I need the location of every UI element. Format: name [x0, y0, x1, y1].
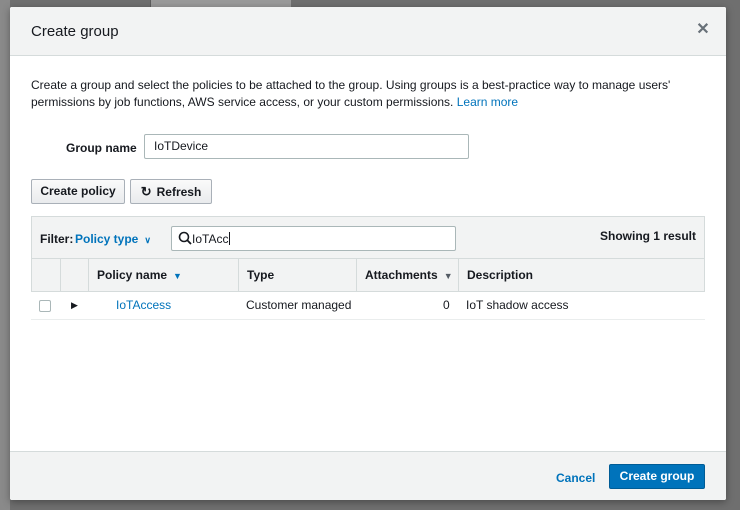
policy-type-dropdown[interactable]: Policy type ∨	[75, 232, 151, 246]
close-icon[interactable]: ✕	[694, 21, 712, 39]
refresh-icon: ↻	[140, 184, 152, 199]
policy-search-input[interactable]: IoTAcc	[171, 226, 456, 251]
sort-desc-icon: ▼	[173, 271, 182, 281]
column-header-description[interactable]: Description	[467, 259, 533, 291]
filter-bar: Filter: Policy type ∨ IoTAcc Showing 1 re…	[31, 216, 705, 259]
dialog-title: Create group	[31, 23, 119, 40]
sort-icon: ▼	[443, 271, 453, 281]
cancel-button[interactable]: Cancel	[556, 471, 595, 485]
column-separator	[88, 259, 89, 291]
column-separator	[60, 259, 61, 291]
filter-label: Filter:	[40, 232, 74, 246]
refresh-label: Refresh	[156, 185, 202, 199]
create-group-dialog: Create group ✕ Create a group and select…	[10, 7, 726, 500]
group-name-label: Group name	[66, 141, 137, 155]
refresh-button[interactable]: ↻ Refresh	[130, 179, 212, 204]
chevron-down-icon: ∨	[144, 235, 151, 245]
search-icon	[178, 231, 192, 245]
create-group-button[interactable]: Create group	[609, 464, 705, 489]
group-name-input[interactable]: IoTDevice	[144, 134, 469, 159]
column-separator	[238, 259, 239, 291]
policy-table: Filter: Policy type ∨ IoTAcc Showing 1 re…	[31, 216, 705, 320]
column-separator	[458, 259, 459, 291]
column-separator	[356, 259, 357, 291]
expand-row-icon[interactable]: ▶	[71, 292, 78, 319]
column-header-type[interactable]: Type	[247, 259, 274, 291]
create-policy-button[interactable]: Create policy	[31, 179, 125, 204]
intro-text: Create a group and select the policies t…	[31, 78, 671, 109]
column-header-policy-name[interactable]: Policy name ▼	[97, 259, 182, 291]
dialog-header: Create group ✕	[10, 7, 726, 56]
description-cell: IoT shadow access	[466, 298, 569, 312]
row-checkbox[interactable]	[39, 300, 51, 312]
result-count: Showing 1 result	[599, 229, 696, 243]
background-panel	[0, 0, 10, 510]
table-header: Policy name ▼ Type Attachments ▼ Descripti…	[31, 258, 705, 292]
policy-type-label: Policy type	[75, 232, 139, 246]
dialog-footer: Cancel Create group	[10, 451, 726, 500]
learn-more-link[interactable]: Learn more	[457, 95, 518, 109]
attachments-cell: 0	[443, 298, 450, 312]
policy-type-cell: Customer managed	[246, 298, 352, 312]
column-header-attachments[interactable]: Attachments ▼	[365, 259, 453, 291]
search-value: IoTAcc	[192, 232, 231, 246]
policy-name-link[interactable]: IoTAccess	[116, 292, 171, 319]
dialog-intro: Create a group and select the policies t…	[31, 77, 691, 111]
table-row[interactable]: ▶ IoTAccess Customer managed 0 IoT shado…	[31, 292, 705, 320]
